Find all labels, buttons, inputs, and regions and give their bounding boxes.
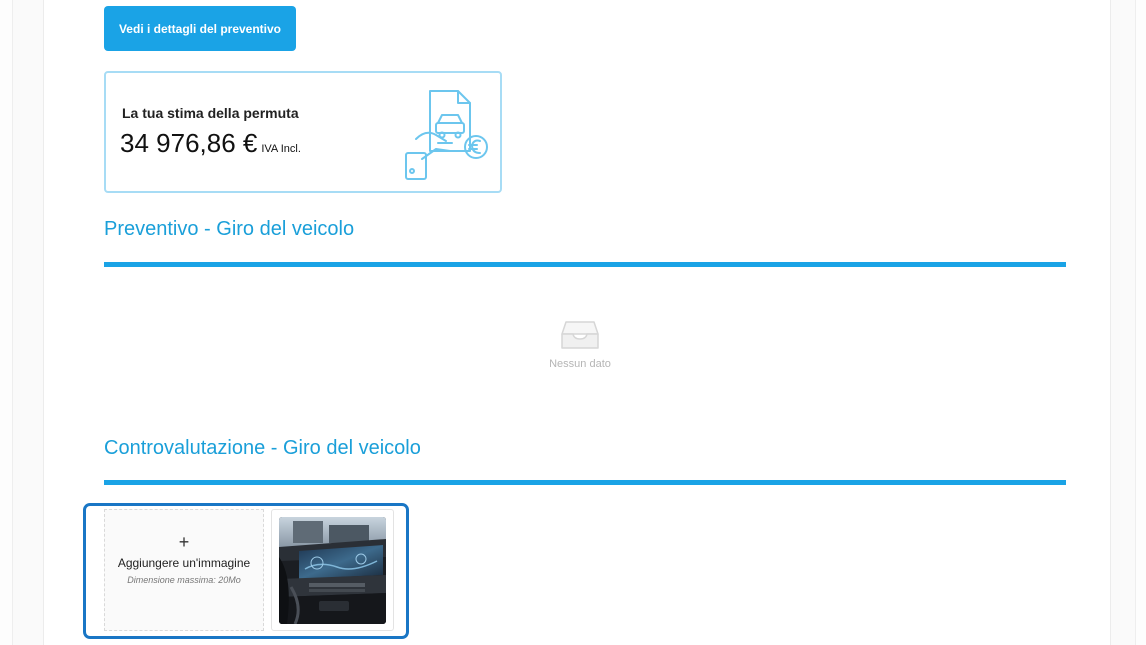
car-document-euro-icon: [405, 90, 488, 180]
car-dashboard-photo: [279, 517, 386, 624]
upload-label: Aggiungere un'immagine: [117, 556, 251, 570]
trade-in-estimate-card: La tua stima della permuta 34 976,86 € IV…: [104, 71, 502, 193]
upload-size-hint: Dimensione massima: 20Mo: [127, 575, 241, 585]
estimate-vat-note: IVA Incl.: [261, 143, 301, 155]
left-gutter: [0, 0, 13, 645]
empty-inbox-icon: [561, 321, 599, 349]
estimate-label: La tua stima della permuta: [122, 105, 299, 121]
plus-icon: +: [178, 532, 190, 552]
empty-state: Nessun dato: [530, 316, 630, 370]
quote-section-divider: [104, 262, 1066, 267]
quote-section-title: Preventivo - Giro del veicolo: [104, 218, 355, 240]
estimate-value: 34 976,86 € IVA Incl.: [120, 128, 301, 159]
right-gutter: [1135, 0, 1146, 645]
counter-valuation-section-title: Controvalutazione - Giro del veicolo: [104, 437, 421, 459]
empty-state-text: Nessun dato: [549, 358, 611, 370]
uploaded-image-thumbnail[interactable]: [271, 509, 394, 631]
add-image-upload-button[interactable]: + Aggiungere un'immagine Dimensione mass…: [104, 509, 264, 631]
counter-valuation-section-divider: [104, 480, 1066, 485]
estimate-amount: 34 976,86 €: [120, 128, 258, 158]
view-quote-details-button[interactable]: Vedi i dettagli del preventivo: [104, 6, 296, 51]
